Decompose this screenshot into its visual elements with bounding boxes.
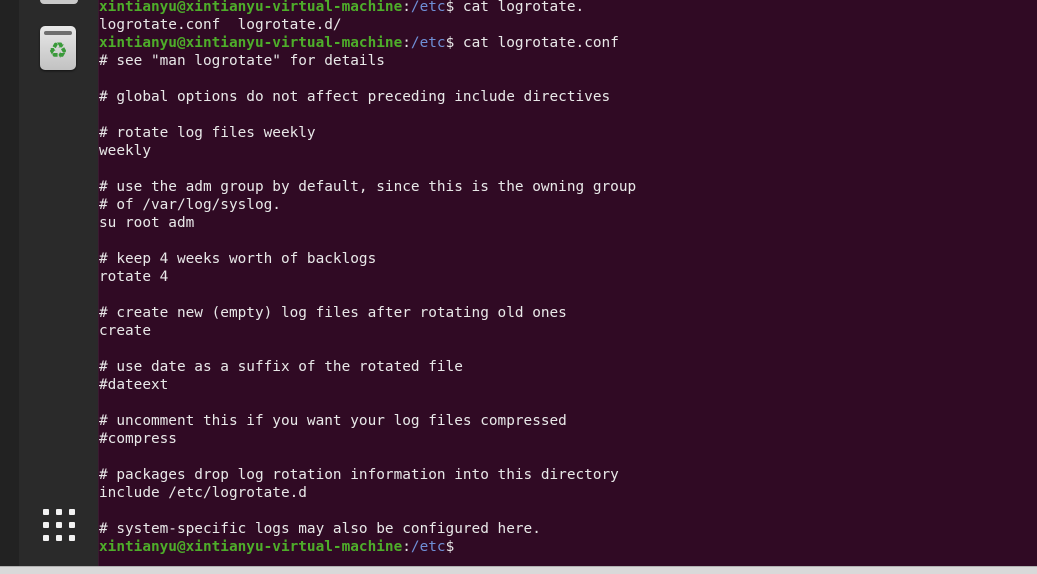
grid-dot: [56, 522, 62, 528]
output-line: rotate 4: [99, 269, 169, 285]
output-line: #dateext: [99, 377, 169, 393]
recycle-icon: ♻: [48, 39, 68, 64]
prompt-path: /etc: [410, 539, 446, 555]
grid-dot: [43, 522, 49, 528]
prompt-user-host: xintianyu@xintianyu-virtual-machine: [99, 35, 403, 51]
prompt-line: xintianyu@xintianyu-virtual-machine:/etc…: [99, 0, 1037, 16]
trash-lid: [44, 31, 72, 35]
output-line: # see "man logrotate" for details: [99, 53, 385, 69]
prompt-symbol: $: [445, 0, 455, 15]
grid-dot: [69, 509, 75, 515]
output-line: # use the adm group by default, since th…: [99, 179, 637, 195]
grid-dot: [43, 535, 49, 541]
desktop: ♻ xintianyu@xintianyu-virtual-machine:/e…: [0, 0, 1037, 574]
grid-dot: [43, 509, 49, 515]
prompt-colon: :: [402, 539, 411, 555]
output-line: # packages drop log rotation information…: [99, 467, 619, 483]
output-line: logrotate.conf logrotate.d/: [99, 17, 342, 33]
command-text: cat logrotate.: [454, 0, 585, 15]
grid-dot: [56, 535, 62, 541]
command-text: cat logrotate.conf: [454, 35, 619, 51]
output-line: # global options do not affect preceding…: [99, 89, 611, 105]
output-line: # system-specific logs may also be confi…: [99, 521, 541, 537]
prompt-colon: :: [402, 35, 411, 51]
dock-item-partial[interactable]: [40, 0, 78, 4]
output-line: create: [99, 323, 151, 339]
prompt-symbol: $: [445, 35, 455, 51]
terminal-output[interactable]: xintianyu@xintianyu-virtual-machine:/etc…: [99, 0, 1037, 556]
output-line: # rotate log files weekly: [99, 125, 316, 141]
show-applications-icon[interactable]: [43, 509, 75, 541]
grid-dot: [69, 535, 75, 541]
output-line: #compress: [99, 431, 177, 447]
prompt-line: xintianyu@xintianyu-virtual-machine:/etc…: [99, 538, 1037, 556]
output-line: # uncomment this if you want your log fi…: [99, 413, 567, 429]
status-bar: [0, 566, 1037, 574]
command-text: [454, 539, 463, 555]
grid-dot: [69, 522, 75, 528]
output-line: # create new (empty) log files after rot…: [99, 305, 567, 321]
grid-dot: [56, 509, 62, 515]
output-line: # keep 4 weeks worth of backlogs: [99, 251, 377, 267]
background-window-edge: [0, 0, 20, 574]
output-line: weekly: [99, 143, 151, 159]
output-line: include /etc/logrotate.d: [99, 485, 307, 501]
prompt-symbol: $: [445, 539, 455, 555]
prompt-user-host: xintianyu@xintianyu-virtual-machine: [99, 0, 403, 15]
trash-icon[interactable]: ♻: [40, 26, 76, 70]
output-line: # of /var/log/syslog.: [99, 197, 281, 213]
prompt-colon: :: [402, 0, 411, 15]
prompt-user-host: xintianyu@xintianyu-virtual-machine: [99, 539, 403, 555]
dock: ♻: [19, 0, 98, 574]
output-line: # use date as a suffix of the rotated fi…: [99, 359, 463, 375]
prompt-path: /etc: [410, 35, 446, 51]
terminal-window[interactable]: xintianyu@xintianyu-virtual-machine:/etc…: [98, 0, 1037, 566]
prompt-line: xintianyu@xintianyu-virtual-machine:/etc…: [99, 34, 1037, 52]
output-line: su root adm: [99, 215, 195, 231]
prompt-path: /etc: [410, 0, 446, 15]
